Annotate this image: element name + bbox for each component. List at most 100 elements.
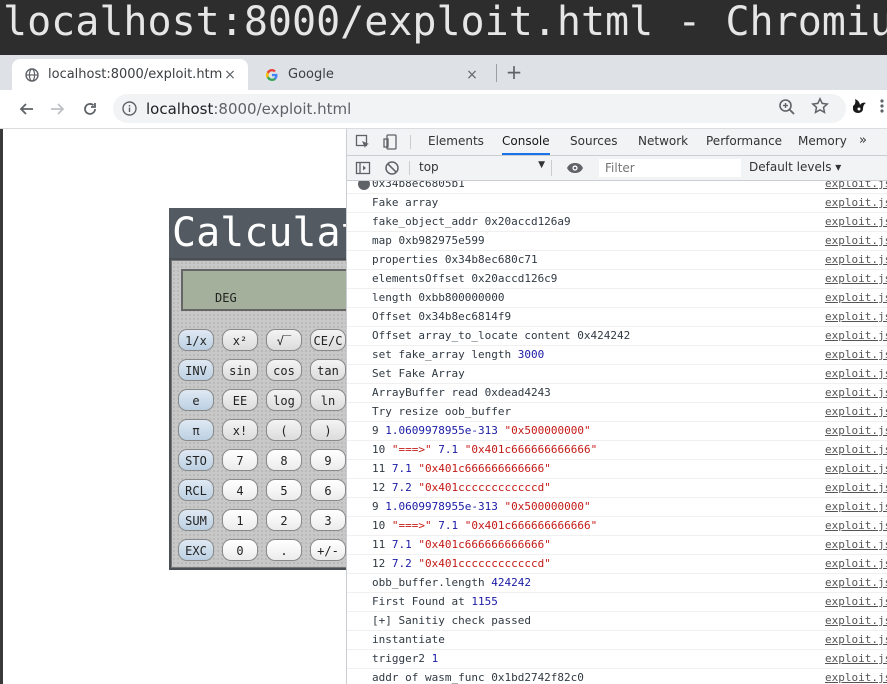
source-link[interactable]: exploit.js: [825, 422, 887, 440]
source-link[interactable]: exploit.js: [825, 232, 887, 250]
console-message: Set Fake Array exploit.js: [347, 365, 887, 384]
source-link[interactable]: exploit.js: [825, 460, 887, 478]
source-link[interactable]: exploit.js: [825, 650, 887, 668]
tab-sources[interactable]: Sources: [570, 129, 617, 155]
key-1[interactable]: 1: [222, 509, 258, 531]
forward-button[interactable]: [47, 98, 69, 120]
source-link[interactable]: exploit.js: [825, 327, 887, 345]
key-store[interactable]: STO: [178, 449, 214, 471]
new-tab-button[interactable]: +: [504, 58, 524, 86]
source-link[interactable]: exploit.js: [825, 517, 887, 535]
source-link[interactable]: exploit.js: [825, 631, 887, 649]
key-square[interactable]: x²: [222, 329, 258, 351]
source-link[interactable]: exploit.js: [825, 593, 887, 611]
console-message-text: 12 7.2 "0x401ccccccccccccd": [372, 479, 551, 497]
tab-exploit[interactable]: localhost:8000/exploit.html ×: [12, 59, 248, 90]
key-3[interactable]: 3: [310, 509, 346, 531]
key-2[interactable]: 2: [266, 509, 302, 531]
key-sqrt[interactable]: √‾: [266, 329, 302, 351]
key-log[interactable]: log: [266, 389, 302, 411]
address-bar[interactable]: localhost:8000/exploit.html: [113, 94, 846, 123]
source-link[interactable]: exploit.js: [825, 384, 887, 402]
source-link[interactable]: exploit.js: [825, 289, 887, 307]
key-8[interactable]: 8: [266, 449, 302, 471]
reload-button[interactable]: [79, 98, 101, 120]
info-icon[interactable]: [122, 101, 137, 120]
console-filter-input[interactable]: [599, 159, 741, 177]
key-0[interactable]: 0: [222, 539, 258, 561]
menu-icon[interactable]: [876, 97, 887, 119]
tab-elements[interactable]: Elements: [428, 129, 484, 155]
source-link[interactable]: exploit.js: [825, 251, 887, 269]
dropdown-arrow-icon: ▼: [538, 160, 545, 170]
key-open-paren[interactable]: (: [266, 419, 302, 441]
key-cos[interactable]: cos: [266, 359, 302, 381]
tab-performance[interactable]: Performance: [706, 129, 782, 155]
sidebar-toggle-icon[interactable]: [355, 160, 371, 180]
tab-network[interactable]: Network: [638, 129, 688, 155]
close-icon[interactable]: ×: [464, 67, 480, 83]
key-sum[interactable]: SUM: [178, 509, 214, 531]
number-token: 7.2: [391, 481, 412, 494]
source-link[interactable]: exploit.js: [825, 441, 887, 459]
key-pi[interactable]: π: [178, 419, 214, 441]
device-toolbar-icon[interactable]: [383, 134, 399, 154]
extension-icon[interactable]: [850, 97, 868, 119]
key-sin[interactable]: sin: [222, 359, 258, 381]
key-4[interactable]: 4: [222, 479, 258, 501]
key-clear-entry[interactable]: CE/C: [310, 329, 346, 351]
key-ln[interactable]: ln: [310, 389, 346, 411]
key-factorial[interactable]: x!: [222, 419, 258, 441]
key-exchange[interactable]: EXC: [178, 539, 214, 561]
text-token: 10: [372, 519, 392, 532]
source-link[interactable]: exploit.js: [825, 403, 887, 421]
key-ee[interactable]: EE: [222, 389, 258, 411]
zoom-icon[interactable]: [778, 98, 796, 120]
source-link[interactable]: exploit.js: [825, 612, 887, 630]
source-link[interactable]: exploit.js: [825, 574, 887, 592]
tab-console[interactable]: Console: [502, 129, 550, 155]
console-output[interactable]: 0x34b8ec6805b1 exploit.js Fake array exploi…: [347, 181, 887, 684]
inspect-element-icon[interactable]: [355, 134, 371, 154]
source-link[interactable]: exploit.js: [825, 479, 887, 497]
source-link[interactable]: exploit.js: [825, 270, 887, 288]
key-tan[interactable]: tan: [310, 359, 346, 381]
string-token: "0x401c666666666666": [418, 462, 551, 475]
key-reciprocal[interactable]: 1/x: [178, 329, 214, 351]
source-link[interactable]: exploit.js: [825, 181, 887, 193]
source-link[interactable]: exploit.js: [825, 498, 887, 516]
source-link[interactable]: exploit.js: [825, 536, 887, 554]
console-message-text: [+] Sanitiy check passed: [372, 612, 531, 630]
tab-google[interactable]: Google ×: [252, 59, 488, 90]
key-negate[interactable]: +/-: [310, 539, 346, 561]
source-link[interactable]: exploit.js: [825, 194, 887, 212]
key-close-paren[interactable]: ): [310, 419, 346, 441]
log-levels-dropdown[interactable]: Default levels ▾: [749, 160, 841, 174]
key-recall[interactable]: RCL: [178, 479, 214, 501]
close-icon[interactable]: ×: [222, 67, 238, 83]
context-value: top: [419, 160, 439, 174]
key-inverse[interactable]: INV: [178, 359, 214, 381]
context-select[interactable]: top ▼: [419, 160, 552, 176]
source-link[interactable]: exploit.js: [825, 555, 887, 573]
source-link[interactable]: exploit.js: [825, 346, 887, 364]
source-link[interactable]: exploit.js: [825, 213, 887, 231]
key-6[interactable]: 6: [310, 479, 346, 501]
back-button[interactable]: [15, 98, 37, 120]
key-e[interactable]: e: [178, 389, 214, 411]
clear-console-icon[interactable]: [384, 160, 400, 180]
bookmark-star-icon[interactable]: [811, 97, 829, 119]
console-message: Offset 0x34b8ec6814f9 exploit.js: [347, 308, 887, 327]
source-link[interactable]: exploit.js: [825, 308, 887, 326]
key-7[interactable]: 7: [222, 449, 258, 471]
more-tabs-button[interactable]: »: [859, 133, 867, 148]
source-link[interactable]: exploit.js: [825, 365, 887, 383]
key-9[interactable]: 9: [310, 449, 346, 471]
tab-memory[interactable]: Memory: [798, 129, 847, 155]
key-decimal[interactable]: .: [266, 539, 302, 561]
source-link[interactable]: exploit.js: [825, 669, 887, 684]
number-token: 1.0609978955e-313: [385, 500, 498, 513]
key-5[interactable]: 5: [266, 479, 302, 501]
eye-icon[interactable]: [566, 160, 584, 180]
console-message: 12 7.2 "0x401ccccccccccccd" exploit.js: [347, 555, 887, 574]
